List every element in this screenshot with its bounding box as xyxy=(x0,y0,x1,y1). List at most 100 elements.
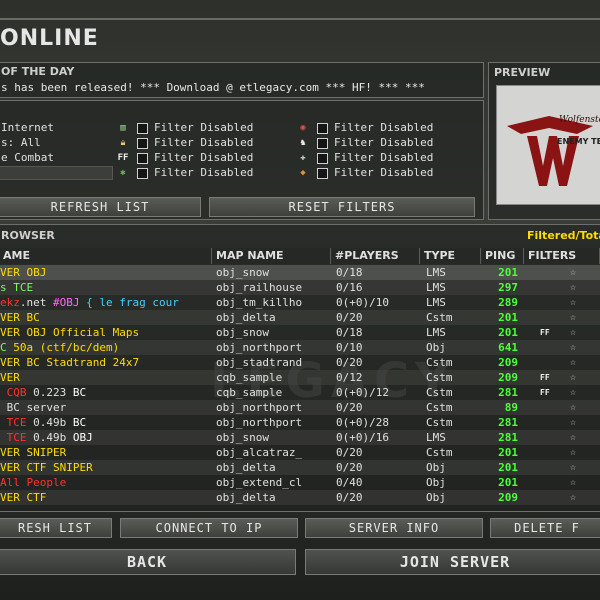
server-name-segment: TCE xyxy=(0,431,27,444)
server-type: Obj xyxy=(426,341,446,354)
filter-label: Filter Disabled xyxy=(334,136,434,149)
favorite-star-icon[interactable]: ☆ xyxy=(570,385,584,400)
server-name-segment: #OBJ xyxy=(53,296,80,309)
server-row[interactable]: VER cqb_sample 0/12 Cstm 209 FF ☆ xyxy=(0,370,600,385)
server-type: LMS xyxy=(426,431,446,444)
server-row[interactable]: VER OBJ obj_snow 0/18 LMS 201 ☆ xyxy=(0,265,600,280)
server-row[interactable]: All People obj_extend_cl 0/40 Obj 201 ☆ xyxy=(0,475,600,490)
filter-checkbox[interactable] xyxy=(317,137,328,149)
server-row[interactable]: s TCE obj_railhouse 0/16 LMS 297 ☆ xyxy=(0,280,600,295)
server-info-button[interactable]: SERVER INFO xyxy=(305,518,483,538)
server-players: 0/16 xyxy=(336,281,363,294)
column-header-ping[interactable]: PING xyxy=(482,248,524,264)
favorite-star-icon[interactable]: ☆ xyxy=(570,400,584,415)
source-filter-dropdown[interactable] xyxy=(0,166,113,180)
refresh-list-bottom-button[interactable]: RESH LIST xyxy=(0,518,112,538)
server-list[interactable]: LEGACY VER OBJ obj_snow 0/18 LMS 201 ☆ s TCE ob… xyxy=(0,265,600,506)
server-row[interactable]: VER CTF obj_delta 0/20 Obj 209 ☆ xyxy=(0,490,600,505)
filter-checkbox[interactable] xyxy=(137,137,148,149)
favorite-star-icon[interactable]: ☆ xyxy=(570,280,584,295)
source-filter-internet[interactable]: Internet xyxy=(1,120,54,135)
server-name-segment: 50a (ctf/bc/dem) xyxy=(13,341,120,354)
server-players: 0/18 xyxy=(336,326,363,339)
filter-row-friendly-fire[interactable]: FF Filter Disabled xyxy=(117,150,254,165)
favorite-star-icon[interactable]: ☆ xyxy=(570,460,584,475)
weapon-icon: ✚ xyxy=(300,153,306,163)
favorite-star-icon[interactable]: ☆ xyxy=(570,295,584,310)
filter-row-password[interactable]: ▥ Filter Disabled xyxy=(117,120,253,135)
filter-row-lock[interactable]: 🔒︎ Filter Disabled xyxy=(117,135,254,150)
favorite-star-icon[interactable]: ☆ xyxy=(570,490,584,505)
server-row[interactable]: TCE 0.49b BC obj_northport 0(+0)/28 Cstm 281… xyxy=(0,415,600,430)
friendly-fire-icon: FF xyxy=(540,373,550,382)
server-row[interactable]: VER BC obj_delta 0/20 Cstm 201 ☆ xyxy=(0,310,600,325)
filter-checkbox[interactable] xyxy=(137,122,148,134)
server-type: Cstm xyxy=(426,401,453,414)
logo-enemy-territory-text: ENEMY TERRITORY xyxy=(557,137,600,146)
favorite-star-icon[interactable]: ☆ xyxy=(570,325,584,340)
join-server-button[interactable]: JOIN SERVER xyxy=(305,549,600,575)
favorite-star-icon[interactable]: ☆ xyxy=(570,265,584,280)
column-header-map[interactable]: MAP NAME xyxy=(213,248,331,264)
favorite-star-icon[interactable]: ☆ xyxy=(570,355,584,370)
filter-row-weapon[interactable]: ✚ Filter Disabled xyxy=(297,150,433,165)
server-players: 0(+0)/16 xyxy=(336,431,389,444)
server-type: Cstm xyxy=(426,446,453,459)
preview-panel: PREVIEW Wolfenstein ENEMY TERRITORY xyxy=(488,62,600,220)
reset-filters-button[interactable]: RESET FILTERS xyxy=(209,197,475,217)
server-row[interactable]: ekz.net #OBJ { le frag cour obj_tm_killho… xyxy=(0,295,600,310)
favorite-star-icon[interactable]: ☆ xyxy=(570,445,584,460)
favorite-star-icon[interactable]: ☆ xyxy=(570,340,584,355)
delete-favorite-button[interactable]: DELETE F xyxy=(490,518,600,538)
back-button[interactable]: BACK xyxy=(0,549,296,575)
server-type: LMS xyxy=(426,326,446,339)
server-name: VER xyxy=(0,370,212,385)
connect-to-ip-button[interactable]: CONNECT TO IP xyxy=(120,518,298,538)
server-name: ekz.net #OBJ { le frag cour xyxy=(0,295,212,310)
server-ping: 209 xyxy=(498,371,518,384)
server-row[interactable]: BC server obj_northport 0/20 Cstm 89 ☆ xyxy=(0,400,600,415)
antilag-icon: ✱ xyxy=(120,168,126,178)
filter-checkbox[interactable] xyxy=(317,167,328,179)
server-row[interactable]: VER CTF SNIPER obj_delta 0/20 Obj 201 ☆ xyxy=(0,460,600,475)
server-row[interactable]: VER OBJ Official Maps obj_snow 0/18 LMS 201 F… xyxy=(0,325,600,340)
server-row[interactable]: C 50a (ctf/bc/dem) obj_northport 0/10 Obj 64… xyxy=(0,340,600,355)
server-name-segment: VER BC Stadtrand 24x7 xyxy=(0,356,140,369)
friendly-fire-icon: FF xyxy=(540,388,550,397)
filter-row-teamplay[interactable]: ♞ Filter Disabled xyxy=(297,135,433,150)
filter-label: Filter Disabled xyxy=(154,121,254,134)
browser-header: ROWSER xyxy=(1,229,55,242)
favorite-star-icon[interactable]: ☆ xyxy=(570,310,584,325)
filter-row-punkbuster[interactable]: ◉ Filter Disabled xyxy=(297,120,433,135)
column-header-filters[interactable]: FILTERS xyxy=(525,248,600,264)
punkbuster-icon: ◉ xyxy=(300,123,306,133)
server-row[interactable]: VER SNIPER obj_alcatraz_ 0/20 Cstm 201 ☆ xyxy=(0,445,600,460)
logo-wolfenstein-text: Wolfenstein xyxy=(559,115,600,125)
server-type: Cstm xyxy=(426,386,453,399)
server-name: s TCE xyxy=(0,280,212,295)
server-row[interactable]: VER BC Stadtrand 24x7 obj_stadtrand 0/20 Cs… xyxy=(0,355,600,370)
filter-checkbox[interactable] xyxy=(137,167,148,179)
favorite-star-icon[interactable]: ☆ xyxy=(570,430,584,445)
filter-row-antilag[interactable]: ✱ Filter Disabled xyxy=(117,165,253,180)
server-name-segment: s TCE xyxy=(0,281,34,294)
filter-checkbox[interactable] xyxy=(317,122,328,134)
source-filter-gametype[interactable]: e Combat xyxy=(1,150,54,165)
server-name-segment: kz xyxy=(6,296,20,309)
server-name: All People xyxy=(0,475,212,490)
filter-checkbox[interactable] xyxy=(317,152,328,164)
favorite-star-icon[interactable]: ☆ xyxy=(570,475,584,490)
filter-checkbox[interactable] xyxy=(137,152,148,164)
server-row[interactable]: CQB 0.223 BC cqb_sample 0(+0)/12 Cstm 281 FF ☆ xyxy=(0,385,600,400)
favorite-star-icon[interactable]: ☆ xyxy=(570,370,584,385)
favorite-star-icon[interactable]: ☆ xyxy=(570,415,584,430)
column-header-players[interactable]: #PLAYERS xyxy=(332,248,420,264)
filter-row-balance[interactable]: ◆ Filter Disabled xyxy=(297,165,433,180)
server-name: CQB 0.223 BC xyxy=(0,385,212,400)
motd-text: s has been released! *** Download @ etle… xyxy=(1,81,425,94)
column-header-type[interactable]: TYPE xyxy=(421,248,481,264)
refresh-list-button[interactable]: REFRESH LIST xyxy=(0,197,201,217)
source-filter-servers[interactable]: s: All xyxy=(1,135,41,150)
column-header-name[interactable]: AME xyxy=(0,248,212,264)
server-row[interactable]: TCE 0.49b OBJ obj_snow 0(+0)/16 LMS 281 ☆ xyxy=(0,430,600,445)
